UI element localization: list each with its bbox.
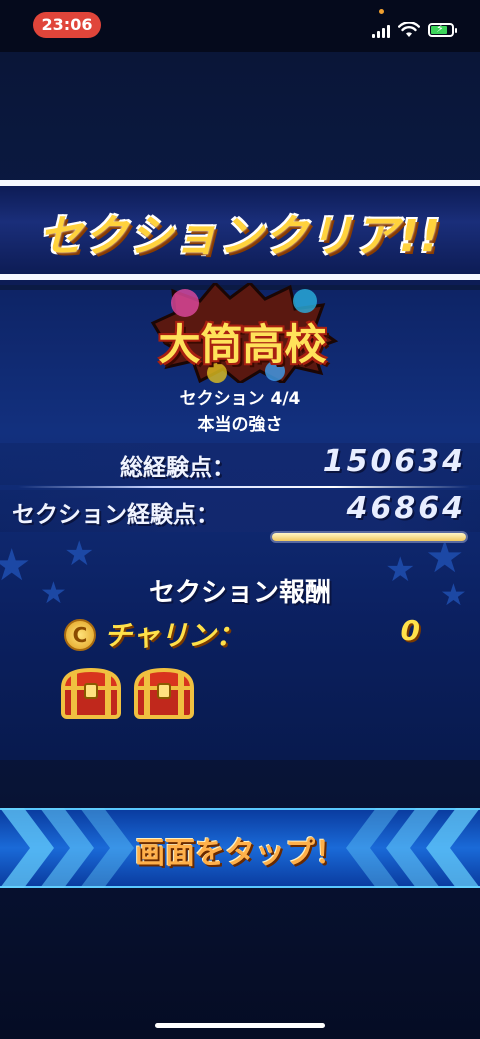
section-exp-bar-fill: [272, 533, 466, 541]
team-emblem: 大筒高校: [145, 283, 340, 383]
stat-divider: [18, 486, 470, 488]
section-clear-title: セクションクリア!!: [38, 211, 442, 262]
treasure-chest-icon: [60, 666, 122, 720]
section-exp-value: 46864: [346, 491, 466, 526]
total-exp-label: 総経験点：: [120, 455, 235, 481]
battery-charging-icon: ⚡: [428, 22, 457, 37]
status-time: 23:06: [33, 12, 101, 38]
section-progress: セクション 4/4: [179, 389, 301, 409]
total-exp-value: 150634: [322, 444, 466, 479]
tap-screen-prompt[interactable]: 画面をタップ！: [0, 828, 480, 872]
section-exp-bar: [270, 531, 468, 543]
currency-value: 0: [400, 614, 420, 647]
reward-title: セクション報酬: [148, 578, 331, 608]
star-icon: ★: [64, 534, 95, 574]
cellular-signal-icon: [372, 24, 392, 38]
section-subtitle: 本当の強さ: [197, 415, 283, 435]
currency-label: チャリン：: [104, 619, 244, 652]
coin-icon: C: [64, 619, 96, 651]
home-indicator[interactable]: [155, 1023, 325, 1028]
section-exp-label: セクション経験点：: [12, 502, 219, 528]
treasure-chest-icon: [133, 666, 195, 720]
status-bar: 23:06 ⚡: [0, 0, 480, 52]
privacy-indicator-dot: [379, 9, 384, 14]
wifi-icon: [398, 22, 420, 37]
emblem-label: 大筒高校: [158, 320, 327, 369]
